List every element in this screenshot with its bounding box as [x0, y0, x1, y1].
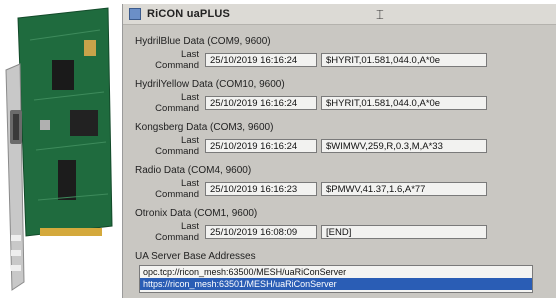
last-command-label: Last Command	[155, 49, 199, 71]
group-title: Radio Data (COM4, 9600)	[135, 165, 252, 176]
app-window: RiCON uaPLUS ⌶ HydrilBlue Data (COM9, 96…	[122, 4, 556, 298]
last-command-row: Last Command 25/10/2019 16:16:23 $PMWV,4…	[135, 178, 491, 200]
last-command-date-field[interactable]: 25/10/2019 16:16:24	[205, 96, 317, 110]
last-command-label: Last Command	[155, 221, 199, 243]
cursor-icon: ⌶	[376, 7, 384, 22]
group-hydrilblue: HydrilBlue Data (COM9, 9600) Last Comman…	[135, 36, 491, 71]
last-command-value-field[interactable]: $PMWV,41.37,1.6,A*77	[321, 182, 487, 196]
last-command-label: Last Command	[155, 135, 199, 157]
group-otronix: Otronix Data (COM1, 9600) Last Command 2…	[135, 208, 491, 243]
last-command-date-field[interactable]: 25/10/2019 16:16:23	[205, 182, 317, 196]
title-bar: RiCON uaPLUS	[123, 4, 556, 25]
app-icon	[129, 8, 141, 20]
last-command-label: Last Command	[155, 178, 199, 200]
server-address-list[interactable]: opc.tcp://ricon_mesh:63500/MESH/uaRiConS…	[139, 265, 533, 293]
group-title: HydrilYellow Data (COM10, 9600)	[135, 79, 285, 90]
pci-card-image	[0, 0, 120, 298]
group-title: Kongsberg Data (COM3, 9600)	[135, 122, 274, 133]
last-command-label: Last Command	[155, 92, 199, 114]
server-address-item[interactable]: opc.tcp://ricon_mesh:63500/MESH/uaRiConS…	[140, 266, 532, 278]
window-title: RiCON uaPLUS	[147, 8, 231, 20]
group-hydrilyellow: HydrilYellow Data (COM10, 9600) Last Com…	[135, 79, 491, 114]
group-kongsberg: Kongsberg Data (COM3, 9600) Last Command…	[135, 122, 491, 157]
last-command-date-field[interactable]: 25/10/2019 16:16:24	[205, 53, 317, 67]
last-command-date-field[interactable]: 25/10/2019 16:16:24	[205, 139, 317, 153]
group-title: Otronix Data (COM1, 9600)	[135, 208, 258, 219]
group-radio: Radio Data (COM4, 9600) Last Command 25/…	[135, 165, 491, 200]
server-addresses-title: UA Server Base Addresses	[135, 251, 256, 262]
last-command-row: Last Command 25/10/2019 16:16:24 $HYRIT,…	[135, 49, 491, 71]
last-command-date-field[interactable]: 25/10/2019 16:08:09	[205, 225, 317, 239]
last-command-value-field[interactable]: [END]	[321, 225, 487, 239]
last-command-row: Last Command 25/10/2019 16:16:24 $HYRIT,…	[135, 92, 491, 114]
last-command-row: Last Command 25/10/2019 16:08:09 [END]	[135, 221, 491, 243]
last-command-value-field[interactable]: $WIMWV,259,R,0.3,M,A*33	[321, 139, 487, 153]
group-title: HydrilBlue Data (COM9, 9600)	[135, 36, 271, 47]
server-address-item-selected[interactable]: https://ricon_mesh:63501/MESH/uaRiConSer…	[140, 278, 532, 290]
last-command-value-field[interactable]: $HYRIT,01.581,044.0,A*0e	[321, 53, 487, 67]
last-command-row: Last Command 25/10/2019 16:16:24 $WIMWV,…	[135, 135, 491, 157]
last-command-value-field[interactable]: $HYRIT,01.581,044.0,A*0e	[321, 96, 487, 110]
